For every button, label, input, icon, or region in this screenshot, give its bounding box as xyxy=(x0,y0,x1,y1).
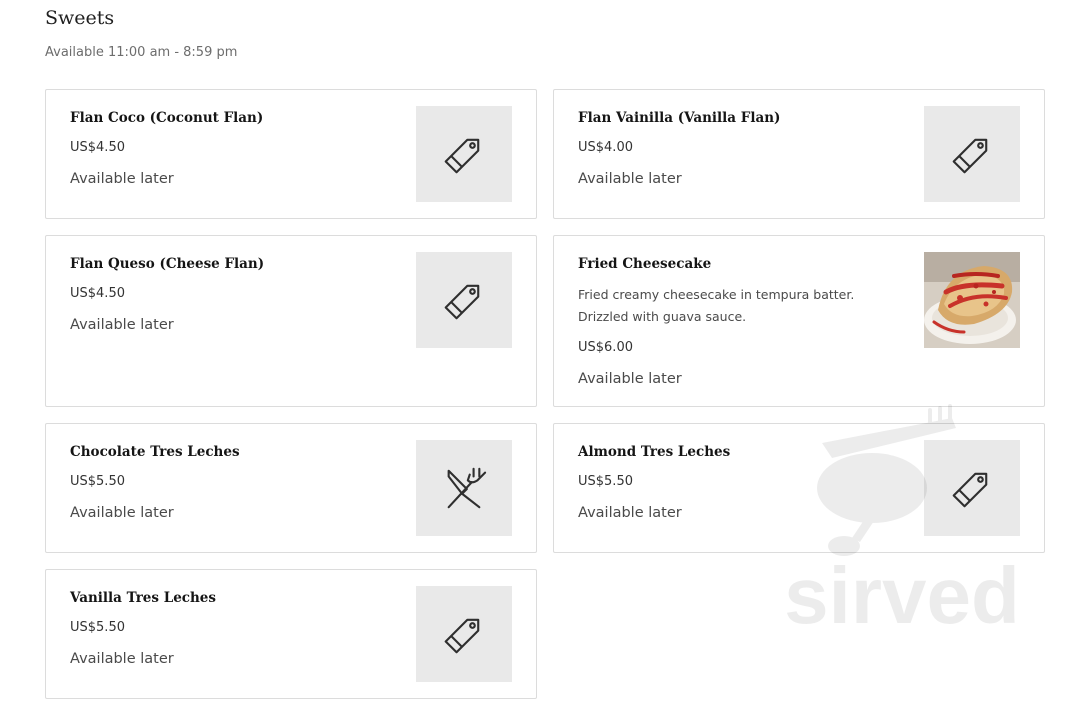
fork-knife-icon xyxy=(447,467,487,509)
menu-item-card[interactable]: Almond Tres Leches US$5.50 Available lat… xyxy=(553,423,1045,553)
item-name: Fried Cheesecake xyxy=(578,256,712,272)
item-price: US$4.00 xyxy=(578,140,633,155)
item-name: Flan Vainilla (Vanilla Flan) xyxy=(578,110,781,126)
cheesecake-photo xyxy=(924,252,1020,348)
item-availability: Available later xyxy=(70,651,174,667)
section-title: Sweets xyxy=(45,7,115,29)
item-price: US$6.00 xyxy=(578,340,633,355)
tag-icon xyxy=(952,472,988,508)
item-photo xyxy=(924,252,1020,348)
item-availability: Available later xyxy=(70,171,174,187)
item-thumbnail xyxy=(416,440,512,536)
item-availability: Available later xyxy=(70,317,174,333)
item-thumbnail xyxy=(416,106,512,202)
item-availability: Available later xyxy=(578,371,682,387)
menu-item-card[interactable]: Fried Cheesecake Fried creamy cheesecake… xyxy=(553,235,1045,407)
tag-icon xyxy=(952,138,988,174)
menu-item-card[interactable]: Vanilla Tres Leches US$5.50 Available la… xyxy=(45,569,537,699)
menu-item-card[interactable]: Flan Vainilla (Vanilla Flan) US$4.00 Ava… xyxy=(553,89,1045,219)
svg-text:sirved: sirved xyxy=(784,551,1020,638)
item-thumbnail xyxy=(416,252,512,348)
item-name: Flan Queso (Cheese Flan) xyxy=(70,256,265,272)
item-price: US$4.50 xyxy=(70,286,125,301)
item-name: Vanilla Tres Leches xyxy=(70,590,217,606)
item-price: US$5.50 xyxy=(70,620,125,635)
menu-item-card[interactable]: Flan Coco (Coconut Flan) US$4.50 Availab… xyxy=(45,89,537,219)
item-availability: Available later xyxy=(70,505,174,521)
section-hours: Available 11:00 am - 8:59 pm xyxy=(45,45,238,60)
item-availability: Available later xyxy=(578,171,682,187)
tag-icon xyxy=(444,138,480,174)
item-thumbnail xyxy=(416,586,512,682)
item-price: US$5.50 xyxy=(578,474,633,489)
tag-icon xyxy=(444,618,480,654)
item-thumbnail xyxy=(924,106,1020,202)
item-thumbnail xyxy=(924,440,1020,536)
item-availability: Available later xyxy=(578,505,682,521)
item-price: US$5.50 xyxy=(70,474,125,489)
item-name: Almond Tres Leches xyxy=(578,444,731,460)
item-name: Flan Coco (Coconut Flan) xyxy=(70,110,264,126)
item-name: Chocolate Tres Leches xyxy=(70,444,240,460)
item-price: US$4.50 xyxy=(70,140,125,155)
item-description: Fried creamy cheesecake in tempura batte… xyxy=(578,287,855,324)
menu-item-card[interactable]: Chocolate Tres Leches US$5.50 Available … xyxy=(45,423,537,553)
tag-icon xyxy=(444,284,480,320)
menu-item-card[interactable]: Flan Queso (Cheese Flan) US$4.50 Availab… xyxy=(45,235,537,407)
